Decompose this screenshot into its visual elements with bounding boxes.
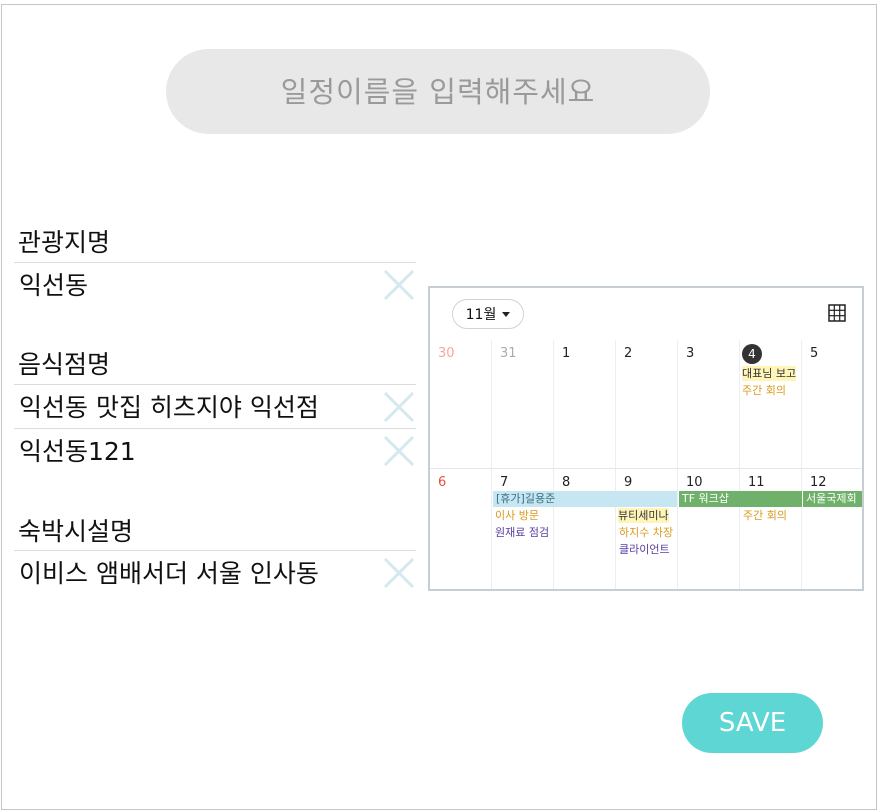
calendar-week-1: 30 31 1 2 3 4 대표님 보고 주간 회의 5 [430,340,862,469]
calendar-event-bar[interactable]: TF 워크샵 [679,491,802,507]
lodging-input[interactable] [19,553,379,591]
restaurant-field-2 [14,428,416,470]
day-number: 9 [624,475,633,490]
close-icon[interactable] [382,268,416,302]
day-number: 10 [686,475,703,490]
calendar-day[interactable]: 5 [802,340,862,468]
calendar-day[interactable]: 2 [616,340,678,468]
calendar-event-bar[interactable]: 서울국제회 [803,491,862,507]
day-number: 30 [438,346,455,361]
grid-view-icon[interactable] [828,304,846,322]
calendar-event[interactable]: 뷰티세미나 [618,508,669,523]
calendar-day[interactable]: 12 [802,469,862,589]
calendar-day[interactable]: 30 [430,340,492,468]
calendar-event[interactable]: 대표님 보고 [742,366,797,381]
calendar-day[interactable]: 10 [678,469,740,589]
calendar-event[interactable]: 주간 회의 [743,508,787,523]
caret-down-icon [502,311,511,317]
lodging-field [14,550,416,592]
calendar-day-today[interactable]: 4 대표님 보고 주간 회의 [740,340,802,468]
close-icon[interactable] [382,434,416,468]
calendar-day[interactable]: 1 [554,340,616,468]
day-number: 11 [748,475,765,490]
lodging-section-label: 숙박시설명 [18,517,134,546]
day-number: 31 [500,346,517,361]
day-number: 5 [810,346,819,361]
calendar-day[interactable]: 3 [678,340,740,468]
restaurant-input-2[interactable] [19,431,379,469]
calendar-event[interactable]: 주간 회의 [742,383,786,398]
today-marker: 4 [742,344,762,364]
restaurant-field-1 [14,384,416,426]
month-dropdown[interactable]: 11월 [452,299,524,329]
close-icon[interactable] [382,556,416,590]
calendar-event-bar[interactable]: [휴가]길용준 [493,491,677,507]
day-number: 1 [562,346,571,361]
tourism-field [14,262,416,304]
calendar-event[interactable]: 원재료 점검 [495,525,549,540]
month-label: 11월 [465,307,497,323]
restaurant-input-1[interactable] [19,387,379,425]
save-button[interactable]: SAVE [682,693,823,753]
calendar-event[interactable]: 이사 방문 [495,508,539,523]
calendar-day[interactable]: 31 [492,340,554,468]
calendar-day[interactable]: 9 뷰티세미나 하지수 차장 클라이언트 [616,469,678,589]
calendar-week-2: 6 7 이사 방문 원재료 점검 8 9 뷰티세미나 하지수 차장 클라이언트 … [430,469,862,589]
calendar-day[interactable]: 7 이사 방문 원재료 점검 [492,469,554,589]
calendar-preview: 11월 30 31 1 2 3 4 대표님 보고 주간 회의 5 6 7 이사 … [428,286,864,591]
day-number: 3 [686,346,695,361]
day-number: 6 [438,475,447,490]
calendar-day[interactable]: 6 [430,469,492,589]
save-button-label: SAVE [718,708,787,738]
calendar-event[interactable]: 하지수 차장 [619,525,673,540]
restaurant-section-label: 음식점명 [18,350,111,379]
calendar-day[interactable]: 11 주간 회의 [740,469,802,589]
day-number: 8 [562,475,571,490]
tourism-section-label: 관광지명 [18,228,111,257]
calendar-day[interactable]: 8 [554,469,616,589]
close-icon[interactable] [382,390,416,424]
day-number: 12 [810,475,827,490]
tourism-input[interactable] [19,265,379,303]
calendar-event[interactable]: 클라이언트 [619,542,670,557]
schedule-title-input[interactable] [166,49,710,134]
day-number: 7 [500,475,509,490]
day-number: 2 [624,346,633,361]
